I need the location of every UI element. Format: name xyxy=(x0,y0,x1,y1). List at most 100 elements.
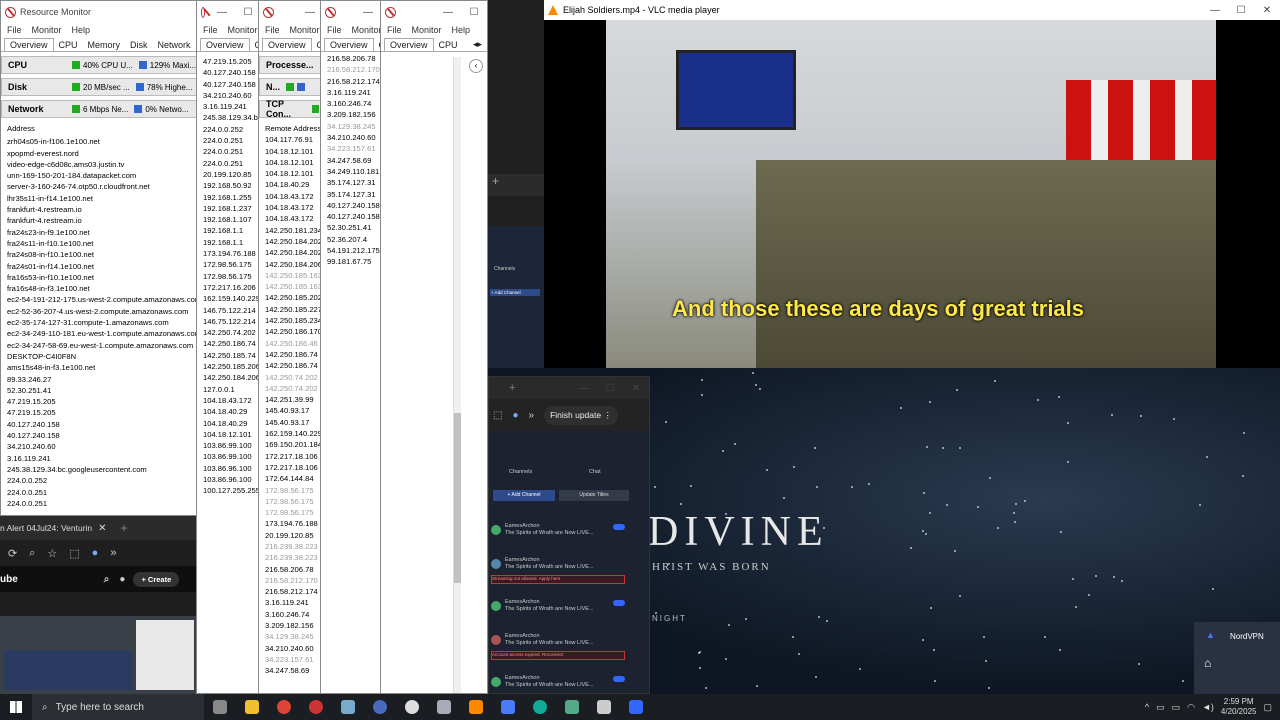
menu-item[interactable]: File xyxy=(7,25,22,35)
add-channel-button[interactable]: + Add Channel xyxy=(493,490,555,501)
tab-overview[interactable]: Overview xyxy=(324,38,374,51)
star-icon[interactable]: ☆ xyxy=(47,547,57,560)
address-row[interactable]: 192.168.1.237 xyxy=(203,203,261,214)
address-row[interactable]: 104.18.12.101 xyxy=(203,429,261,440)
collapse-icon[interactable]: ‹ xyxy=(469,59,483,73)
channel-row-4[interactable]: EamesArchon The Spirits of Wrath are Now … xyxy=(489,631,639,661)
tab-disk[interactable]: Disk xyxy=(125,39,153,51)
maximize-icon-5[interactable]: ☐ xyxy=(461,7,487,18)
create-button[interactable]: + Create xyxy=(133,571,180,587)
error-banner-2[interactable]: Account access expired. Reconnect xyxy=(491,651,625,660)
address-row[interactable]: 104.117.76.91 xyxy=(265,134,323,145)
vlc-close-icon[interactable]: ✕ xyxy=(1254,5,1280,16)
address-row[interactable]: 216.239.38.223 xyxy=(265,552,323,563)
notifications-icon[interactable]: ▢ xyxy=(1263,702,1272,713)
nordvpn-widget[interactable]: ▲ NordVPN ⌂ xyxy=(1194,622,1280,694)
battery-icon[interactable]: ▭ xyxy=(1172,702,1181,713)
address-row[interactable]: 40.127.240.158 xyxy=(327,200,381,211)
address-row[interactable]: 34.249.110.181 xyxy=(327,166,381,177)
settings-icon[interactable] xyxy=(437,700,451,714)
address-row[interactable]: 216.239.38.223 xyxy=(265,541,323,552)
address-row[interactable]: 216.58.212.170 xyxy=(327,64,381,75)
address-row[interactable]: 3.16.119.241 xyxy=(203,101,261,112)
address-row[interactable]: 142.250.185.74 xyxy=(203,350,261,361)
address-row[interactable]: 34.247.58.69 xyxy=(265,665,323,676)
address-row[interactable]: 192.168.1.107 xyxy=(203,214,261,225)
address-row[interactable]: 104.18.43.172 xyxy=(265,202,323,213)
address-row[interactable]: 224.0.0.251 xyxy=(203,146,261,157)
address-row[interactable]: 172.64.144.84 xyxy=(265,473,323,484)
address-row[interactable]: 20.199.120.85 xyxy=(265,530,323,541)
menu-item[interactable]: Monitor xyxy=(352,25,381,35)
address-row[interactable]: 104.18.40.29 xyxy=(203,406,261,417)
update-titles-button[interactable]: Update Titles xyxy=(559,490,629,501)
address-row[interactable]: 34.223.157.61 xyxy=(265,654,323,665)
address-row[interactable]: 104.18.43.172 xyxy=(265,213,323,224)
address-row[interactable]: 142.250.185.163 xyxy=(265,270,323,281)
address-row[interactable]: 47.219.15.205 xyxy=(203,56,261,67)
menu-item[interactable]: Help xyxy=(452,25,471,35)
scrollbar[interactable] xyxy=(453,57,461,693)
address-row[interactable]: 103.86.99.100 xyxy=(203,451,261,462)
address-row[interactable]: 142.250.184.202 xyxy=(265,247,323,258)
tab-network[interactable]: Network xyxy=(153,39,196,51)
chat-tab[interactable]: Chat xyxy=(589,469,601,475)
address-row[interactable]: 172.98.56.175 xyxy=(265,485,323,496)
tab-scroll-icon[interactable]: ◂▸ xyxy=(468,38,487,51)
address-row[interactable]: 103.86.99.100 xyxy=(203,440,261,451)
tab-cpu[interactable]: CPU xyxy=(434,39,463,51)
obs-icon[interactable] xyxy=(373,700,387,714)
channel-row-2[interactable]: EamesArchon The Spirits of Wrath are Now … xyxy=(489,555,639,585)
new-tab-icon-2[interactable]: + xyxy=(509,382,515,394)
address-row[interactable]: 216.58.206.78 xyxy=(327,53,381,64)
address-row[interactable]: 142.250.186.74 xyxy=(265,360,323,371)
address-row[interactable]: 172.98.56.175 xyxy=(203,271,261,282)
address-row[interactable]: 142.250.184.202 xyxy=(265,236,323,247)
address-row[interactable]: 54.191.212.175 xyxy=(327,245,381,256)
address-row[interactable]: 104.18.12.101 xyxy=(265,168,323,179)
video-frame[interactable]: And those these are days of great trials xyxy=(606,20,1216,368)
address-row[interactable]: 173.194.76.188 xyxy=(203,248,261,259)
address-row[interactable]: 172.98.56.175 xyxy=(265,496,323,507)
address-row[interactable]: 216.58.206.78 xyxy=(265,564,323,575)
close-tab-icon[interactable]: ✕ xyxy=(98,523,106,534)
chevron-icon[interactable]: » xyxy=(110,547,116,559)
new-tab-icon[interactable]: + xyxy=(121,521,128,535)
tcp-connections-header[interactable]: TCP Con... xyxy=(259,99,323,119)
app-icon-taskbar[interactable] xyxy=(341,700,355,714)
address-row[interactable]: 142.250.74.202 xyxy=(265,372,323,383)
address-row[interactable]: 34.223.157.61 xyxy=(327,143,381,154)
mail-icon[interactable] xyxy=(629,700,643,714)
menu-item[interactable]: File xyxy=(265,25,280,35)
minimize-icon-4[interactable]: — xyxy=(355,7,381,18)
address-row[interactable]: 3.16.119.241 xyxy=(327,87,381,98)
address-row[interactable]: 172.217.16.206 xyxy=(203,282,261,293)
address-row[interactable]: 142.250.185.227 xyxy=(265,304,323,315)
home-icon[interactable]: ⌂ xyxy=(1204,656,1211,670)
address-row[interactable]: 169.150.201.184 xyxy=(265,439,323,450)
address-row[interactable]: 145.40.93.17 xyxy=(265,405,323,416)
mic-icon[interactable]: ● xyxy=(119,574,125,585)
address-row[interactable]: 3.160.246.74 xyxy=(327,98,381,109)
extensions-icon[interactable]: ⬚ xyxy=(69,547,79,560)
address-row[interactable]: 34.210.240.60 xyxy=(203,90,261,101)
profile-icon[interactable]: ● xyxy=(92,547,99,559)
address-row[interactable]: 34.247.58.69 xyxy=(327,155,381,166)
address-row[interactable]: 173.194.76.188 xyxy=(265,518,323,529)
address-row[interactable]: 192.168.1.1 xyxy=(203,237,261,248)
address-row[interactable]: 146.75.122.214 xyxy=(203,305,261,316)
panel-add-channel[interactable]: + Add Channel xyxy=(490,289,540,296)
chrome-icon[interactable] xyxy=(277,700,291,714)
address-row[interactable]: 34.210.240.60 xyxy=(265,643,323,654)
taskbar-search[interactable]: ⌕ Type here to search xyxy=(32,694,204,720)
chevron-up-icon[interactable]: ^ xyxy=(1145,702,1149,712)
address-row[interactable]: 216.58.212.174 xyxy=(265,586,323,597)
tab-cpu[interactable]: CPU xyxy=(54,39,83,51)
menu-item[interactable]: Help xyxy=(72,25,91,35)
address-row[interactable]: 224.0.0.252 xyxy=(203,124,261,135)
address-row[interactable]: 142.250.74.202 xyxy=(265,383,323,394)
browser-icon[interactable] xyxy=(565,700,579,714)
task-view-icon[interactable] xyxy=(213,700,227,714)
address-row[interactable]: 192.168.1.1 xyxy=(203,225,261,236)
address-row[interactable]: 142.250.74.202 xyxy=(203,327,261,338)
